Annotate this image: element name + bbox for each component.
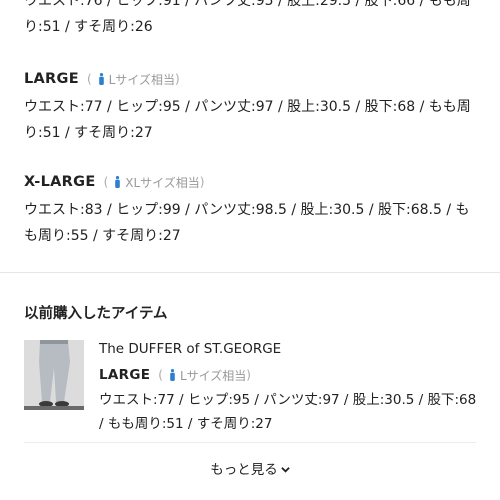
previous-items-title: 以前購入したアイテム: [24, 306, 168, 322]
person-icon: [115, 176, 121, 188]
size-block-x-large: X-LARGE ( XLサイズ相当 ) ウエスト:83 / ヒップ:99 / パ…: [24, 171, 476, 249]
item-info[interactable]: The DUFFER of ST.GEORGE LARGE ( Lサイズ相当 )…: [99, 340, 479, 436]
pants-photo: [24, 340, 84, 410]
show-more-label: もっと見る: [210, 462, 278, 478]
item-brand: The DUFFER of ST.GEORGE: [99, 341, 282, 357]
size-equivalent: Lサイズ相当: [108, 72, 175, 87]
item-measurements: ウエスト:77 / ヒップ:95 / パンツ丈:97 / 股上:30.5 / 股…: [99, 392, 477, 432]
person-icon: [170, 369, 175, 381]
person-icon: [98, 73, 104, 85]
item-size-equivalent: Lサイズ相当: [179, 368, 247, 383]
size-name: LARGE: [24, 71, 79, 87]
item-size-name: LARGE: [99, 367, 151, 383]
size-measurements: ウエスト:77 / ヒップ:95 / パンツ丈:97 / 股上:30.5 / 股…: [24, 99, 471, 141]
item-thumbnail[interactable]: [24, 340, 84, 410]
size-block-large: LARGE ( Lサイズ相当 ) ウエスト:77 / ヒップ:95 / パンツ丈…: [24, 68, 476, 146]
item-divider: [24, 442, 476, 443]
previous-size-measurements: ウエスト:76 / ヒップ:91 / パンツ丈:95 / 股上:29.5 / 股…: [24, 0, 471, 35]
section-divider: [0, 272, 500, 273]
size-measurements: ウエスト:83 / ヒップ:99 / パンツ丈:98.5 / 股上:30.5 /…: [24, 202, 470, 244]
show-more-button[interactable]: もっと見る: [0, 458, 500, 478]
size-equivalent: XLサイズ相当: [125, 175, 200, 190]
size-name: X-LARGE: [24, 174, 96, 190]
chevron-down-icon: [281, 467, 290, 473]
